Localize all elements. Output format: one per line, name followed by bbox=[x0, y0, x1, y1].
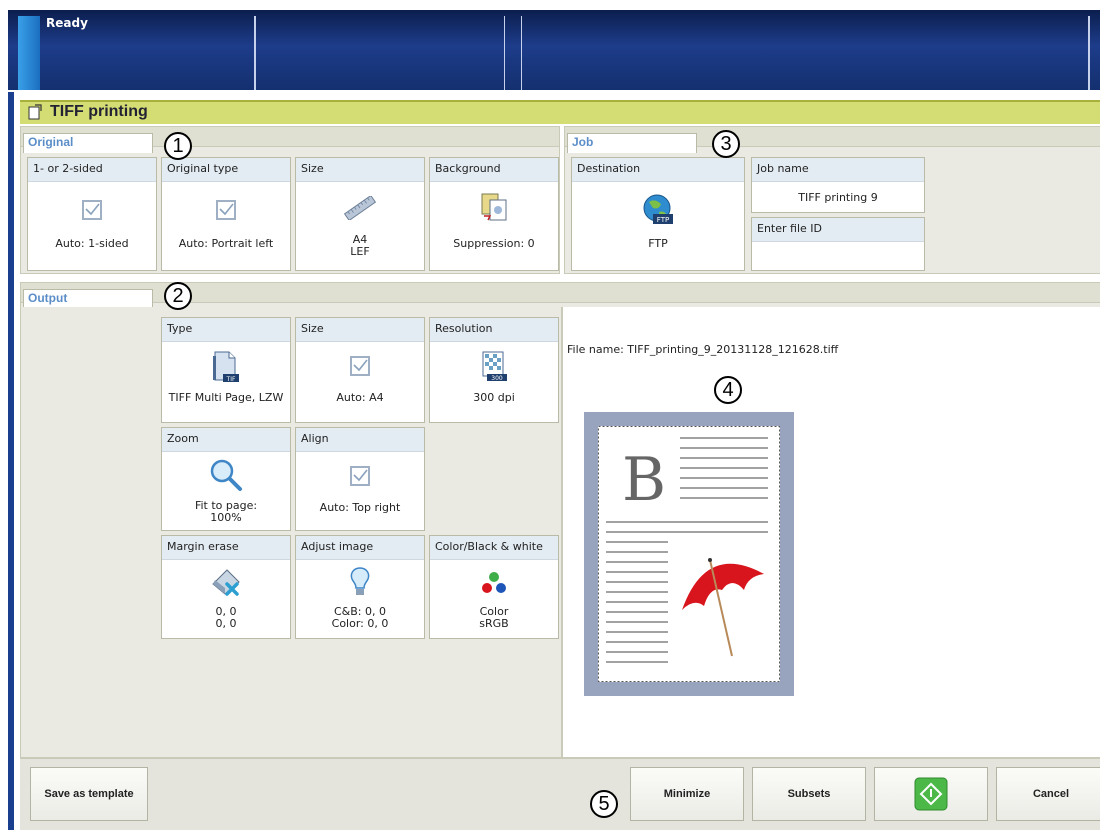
preview-page: B bbox=[598, 426, 780, 682]
tile-label: 1- or 2-sided bbox=[28, 158, 156, 182]
magnifier-icon bbox=[210, 459, 242, 491]
job-name-value: TIFF printing 9 bbox=[798, 191, 878, 204]
tile-value-secondary: 0, 0 bbox=[215, 617, 237, 630]
svg-text:FTP: FTP bbox=[657, 216, 669, 224]
file-id-tile[interactable]: Enter file ID bbox=[751, 217, 925, 271]
document-icon bbox=[28, 104, 42, 120]
svg-text:TIF: TIF bbox=[226, 376, 236, 383]
align-tile[interactable]: Align Auto: Top right bbox=[295, 427, 425, 531]
window-title: TIFF printing bbox=[50, 103, 148, 120]
cancel-button[interactable]: Cancel bbox=[996, 767, 1100, 821]
tile-label: Background bbox=[430, 158, 558, 182]
background-icon bbox=[481, 193, 507, 221]
tile-label: Adjust image bbox=[296, 536, 424, 560]
output-left-gutter bbox=[21, 307, 161, 757]
tile-value: Auto: 1-sided bbox=[55, 237, 129, 250]
tile-label: Size bbox=[296, 318, 424, 342]
checkbox-icon bbox=[82, 200, 102, 220]
status-divider bbox=[254, 16, 256, 90]
color-dots-icon bbox=[482, 572, 506, 593]
tile-label: Zoom bbox=[162, 428, 290, 452]
eraser-icon bbox=[212, 569, 240, 596]
tile-label: Destination bbox=[572, 158, 744, 182]
tile-value: FTP bbox=[648, 237, 668, 250]
adjust-image-tile[interactable]: Adjust image C&B: 0, 0 Color: 0, 0 bbox=[295, 535, 425, 639]
callout-4: 4 bbox=[714, 376, 742, 404]
resolution-icon: 300 bbox=[482, 351, 507, 382]
checkbox-icon bbox=[350, 466, 370, 486]
one-or-two-sided-tile[interactable]: 1- or 2-sided Auto: 1-sided bbox=[27, 157, 157, 271]
preview-frame: B bbox=[584, 412, 794, 696]
callout-3: 3 bbox=[712, 130, 740, 158]
status-bar: Ready bbox=[8, 10, 1100, 90]
tile-label: Resolution bbox=[430, 318, 558, 342]
minimize-button[interactable]: Minimize bbox=[630, 767, 744, 821]
svg-text:300: 300 bbox=[491, 375, 503, 382]
tile-label: Original type bbox=[162, 158, 290, 182]
tab-job[interactable]: Job bbox=[567, 133, 697, 153]
tile-value: Auto: Top right bbox=[319, 501, 401, 514]
tile-label: Size bbox=[296, 158, 424, 182]
tile-label: Type bbox=[162, 318, 290, 342]
margin-erase-tile[interactable]: Margin erase 0, 0 0, 0 bbox=[161, 535, 291, 639]
original-panel: Original 1- or 2-sided Auto: 1-sided Ori… bbox=[20, 126, 560, 274]
title-bar: TIFF printing bbox=[20, 100, 1100, 124]
original-type-tile[interactable]: Original type Auto: Portrait left bbox=[161, 157, 291, 271]
tile-value: Auto: Portrait left bbox=[178, 237, 274, 250]
ruler-icon bbox=[343, 196, 377, 220]
job-panel: Job Destination FTP FTP Job name TIFF pr… bbox=[564, 126, 1100, 274]
callout-1: 1 bbox=[164, 132, 192, 160]
output-type-tile[interactable]: Type TIF TIFF Multi Page, LZW bbox=[161, 317, 291, 423]
tile-label: Job name bbox=[752, 158, 924, 182]
umbrella-icon bbox=[682, 558, 764, 657]
status-accent bbox=[18, 16, 40, 90]
tile-label: Color/Black & white bbox=[430, 536, 558, 560]
status-text: Ready bbox=[46, 16, 88, 30]
start-button[interactable] bbox=[874, 767, 988, 821]
tab-original[interactable]: Original bbox=[23, 133, 153, 153]
bottom-action-bar: Save as template Minimize Subsets Cancel bbox=[20, 758, 1100, 830]
background-tile[interactable]: Background Suppression: 0 bbox=[429, 157, 559, 271]
status-divider bbox=[1088, 16, 1090, 90]
zoom-tile[interactable]: Zoom Fit to page: 100% bbox=[161, 427, 291, 531]
preview-letter: B bbox=[622, 445, 666, 515]
tile-value-secondary: 100% bbox=[210, 511, 242, 524]
save-as-template-button[interactable]: Save as template bbox=[30, 767, 148, 821]
destination-tile[interactable]: Destination FTP FTP bbox=[571, 157, 745, 271]
output-panel: Output Type TIF TIFF Multi Page, LZW Siz… bbox=[20, 282, 1100, 758]
tile-label: Align bbox=[296, 428, 424, 452]
preview-thumbnail: B bbox=[598, 426, 780, 682]
tile-value: Suppression: 0 bbox=[453, 237, 535, 250]
tile-label: Margin erase bbox=[162, 536, 290, 560]
tile-value: Auto: A4 bbox=[336, 391, 384, 404]
tile-value-secondary: Color: 0, 0 bbox=[331, 617, 389, 630]
callout-2: 2 bbox=[164, 282, 192, 310]
callout-5: 5 bbox=[590, 790, 618, 818]
ftp-globe-icon: FTP bbox=[643, 194, 673, 224]
checkbox-icon bbox=[216, 200, 236, 220]
color-mode-tile[interactable]: Color/Black & white Color sRGB bbox=[429, 535, 559, 639]
tab-output[interactable]: Output bbox=[23, 289, 153, 309]
status-divider bbox=[504, 16, 522, 90]
job-name-tile[interactable]: Job name TIFF printing 9 bbox=[751, 157, 925, 213]
file-name-label: File name: TIFF_printing_9_20131128_1216… bbox=[567, 343, 839, 356]
tile-label: Enter file ID bbox=[752, 218, 924, 242]
checkbox-icon bbox=[350, 356, 370, 376]
output-size-tile[interactable]: Size Auto: A4 bbox=[295, 317, 425, 423]
tiff-file-icon: TIF bbox=[213, 351, 239, 383]
main-window: TIFF printing Original 1- or 2-sided Aut… bbox=[8, 92, 1100, 830]
tile-value: 300 dpi bbox=[473, 391, 515, 404]
lightbulb-icon bbox=[350, 567, 370, 595]
resolution-tile[interactable]: Resolution 300 300 dpi bbox=[429, 317, 559, 423]
subsets-button[interactable]: Subsets bbox=[752, 767, 866, 821]
tile-value-secondary: sRGB bbox=[479, 617, 509, 630]
tile-value-secondary: LEF bbox=[350, 245, 370, 258]
start-icon bbox=[914, 777, 948, 811]
original-size-tile[interactable]: Size A4 LEF bbox=[295, 157, 425, 271]
tile-value: TIFF Multi Page, LZW bbox=[168, 391, 284, 404]
